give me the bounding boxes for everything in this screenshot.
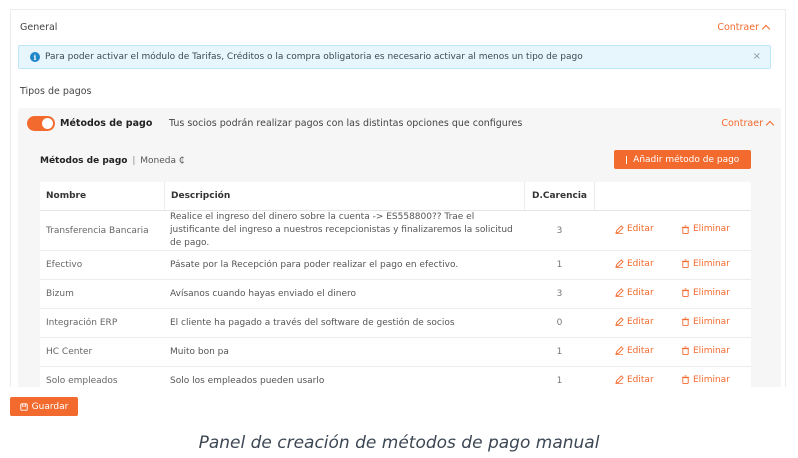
delete-button[interactable]: Eliminar (681, 317, 730, 327)
delete-button[interactable]: Eliminar (681, 224, 730, 234)
method-description: Muito bon pa (170, 346, 229, 357)
edit-button[interactable]: Editar (615, 375, 654, 385)
edit-button[interactable]: Editar (615, 259, 654, 269)
chevron-up-icon (761, 24, 771, 34)
delete-button[interactable]: Eliminar (681, 288, 730, 298)
save-label: Guardar (31, 401, 69, 412)
payment-collapse-label: Contraer (721, 118, 763, 129)
payment-collapse-link[interactable]: Contraer (721, 118, 775, 130)
edit-label: Editar (627, 258, 654, 269)
edit-label: Editar (627, 316, 654, 327)
method-days: 0 (556, 318, 563, 328)
payment-types-title: Tipos de pagos (20, 86, 92, 97)
method-name: Bizum (46, 289, 74, 299)
table-row: Bizum Avísanos cuando hayas enviado el d… (40, 280, 751, 309)
chevron-up-icon (765, 120, 775, 130)
method-description: Realice el ingreso del dinero sobre la c… (170, 212, 513, 248)
edit-label: Editar (627, 224, 654, 235)
figure-caption: Panel de creación de métodos de pago man… (198, 433, 600, 453)
delete-button[interactable]: Eliminar (681, 375, 730, 385)
delete-label: Eliminar (693, 374, 730, 385)
payment-methods-panel: Métodos de pago Tus socios podrán realiz… (18, 108, 781, 387)
edit-button[interactable]: Editar (615, 224, 654, 234)
plus-icon (625, 155, 628, 164)
method-days: 1 (556, 260, 563, 270)
currency-label: Moneda ₵ (140, 156, 185, 166)
table-row: Transferencia Bancaria Realice el ingres… (40, 211, 751, 251)
delete-label: Eliminar (693, 316, 730, 327)
edit-label: Editar (627, 374, 654, 385)
trash-icon (681, 346, 690, 356)
delete-label: Eliminar (693, 224, 730, 235)
trash-icon (681, 317, 690, 327)
info-icon: i (30, 52, 40, 62)
payment-methods-label: Métodos de pago (60, 118, 153, 129)
table-row: HC Center Muito bon pa 1 Editar Eliminar (40, 338, 751, 367)
pencil-icon (615, 288, 624, 298)
methods-header: Métodos de pago | Moneda ₵ (40, 156, 185, 166)
edit-label: Editar (627, 287, 654, 298)
close-icon[interactable]: × (753, 51, 761, 62)
method-name: HC Center (46, 347, 93, 357)
add-payment-method-button[interactable]: Añadir método de pago (614, 150, 751, 169)
method-name: Efectivo (46, 260, 83, 270)
save-button[interactable]: Guardar (10, 397, 78, 416)
edit-button[interactable]: Editar (615, 346, 654, 356)
trash-icon (681, 225, 690, 234)
delete-label: Eliminar (693, 287, 730, 298)
general-title: General (20, 22, 58, 33)
pencil-icon (615, 259, 624, 269)
methods-title: Métodos de pago (40, 156, 128, 166)
methods-separator: | (132, 156, 136, 166)
method-description: Solo los empleados pueden usarlo (170, 375, 325, 386)
trash-icon (681, 375, 690, 385)
table-row: Efectivo Pásate por la Recepción para po… (40, 251, 751, 280)
payment-methods-table: Nombre Descripción D.Carencia Transferen… (40, 182, 751, 387)
trash-icon (681, 259, 690, 269)
save-icon (19, 402, 28, 411)
add-payment-method-label: Añadir método de pago (633, 154, 740, 165)
method-days: 1 (556, 376, 563, 386)
method-description: Avísanos cuando hayas enviado el dinero (170, 288, 357, 299)
trash-icon (681, 288, 690, 298)
pencil-icon (615, 375, 624, 385)
info-banner: i Para poder activar el módulo de Tarifa… (18, 45, 771, 69)
payment-methods-description: Tus socios podrán realizar pagos con las… (169, 118, 523, 129)
delete-label: Eliminar (693, 258, 730, 269)
method-description: El cliente ha pagado a través del softwa… (170, 317, 455, 328)
method-description: Pásate por la Recepción para poder reali… (170, 259, 459, 270)
table-row: Solo empleados Solo los empleados pueden… (40, 367, 751, 387)
info-banner-text: Para poder activar el módulo de Tarifas,… (45, 52, 583, 62)
toggle-knob (42, 118, 53, 129)
method-days: 3 (556, 225, 563, 236)
delete-label: Eliminar (693, 345, 730, 356)
method-days: 3 (556, 289, 563, 299)
method-name: Solo empleados (46, 376, 118, 386)
table-row: Integración ERP El cliente ha pagado a t… (40, 309, 751, 338)
general-card: General Contraer i Para poder activar el… (10, 9, 786, 387)
method-days: 1 (556, 347, 563, 357)
column-header-name: Nombre (46, 191, 87, 201)
edit-label: Editar (627, 345, 654, 356)
method-name: Integración ERP (46, 318, 118, 328)
edit-button[interactable]: Editar (615, 288, 654, 298)
general-collapse-label: Contraer (717, 22, 759, 33)
pencil-icon (615, 346, 624, 356)
payment-methods-toggle[interactable] (27, 116, 55, 131)
column-header-description: Descripción (164, 182, 524, 210)
column-header-days: D.Carencia (524, 182, 595, 210)
table-header: Nombre Descripción D.Carencia (40, 182, 751, 211)
pencil-icon (615, 225, 624, 234)
delete-button[interactable]: Eliminar (681, 259, 730, 269)
delete-button[interactable]: Eliminar (681, 346, 730, 356)
general-collapse-link[interactable]: Contraer (717, 22, 771, 34)
pencil-icon (615, 317, 624, 327)
method-name: Transferencia Bancaria (46, 225, 149, 236)
edit-button[interactable]: Editar (615, 317, 654, 327)
